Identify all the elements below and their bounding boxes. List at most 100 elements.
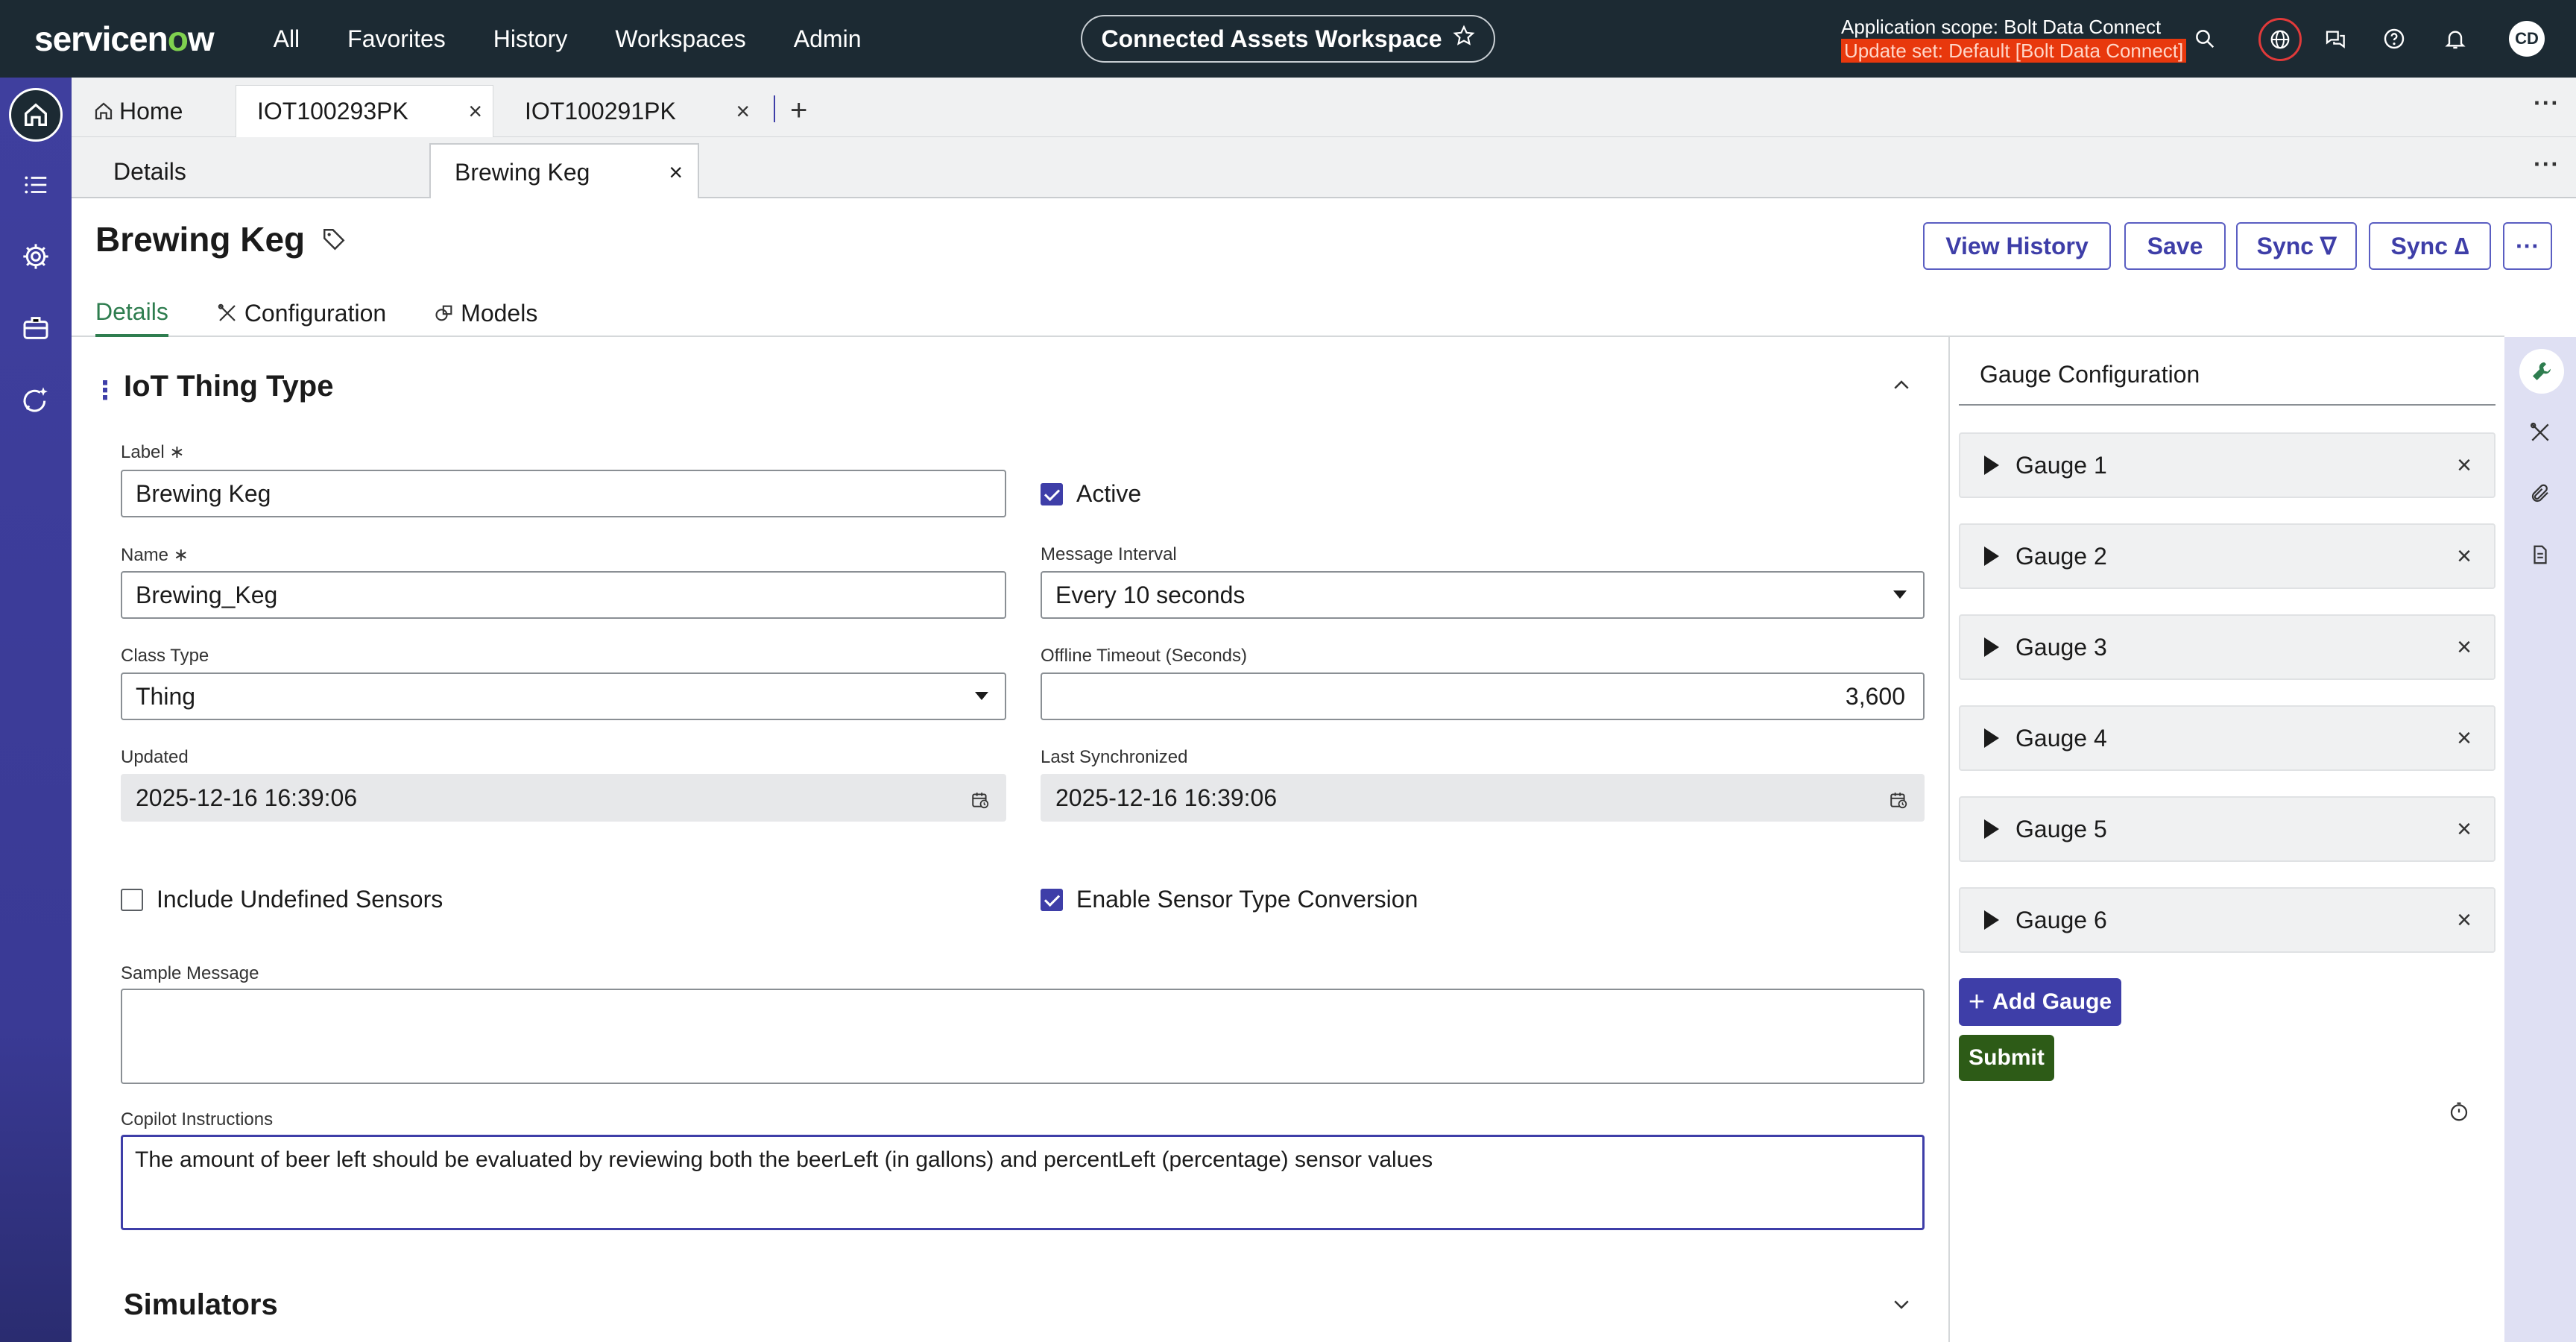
label-input[interactable]: Brewing Keg xyxy=(121,470,1006,517)
sample-message-textarea[interactable] xyxy=(121,989,1925,1084)
active-checkbox[interactable] xyxy=(1041,483,1063,505)
expand-triangle-icon xyxy=(1984,637,1999,657)
close-icon[interactable]: × xyxy=(669,159,683,186)
close-icon[interactable]: × xyxy=(2457,724,2472,753)
gauge-item[interactable]: Gauge 6 × xyxy=(1959,887,2496,953)
tab-label: IOT100291PK xyxy=(525,97,676,125)
tab-models[interactable]: Models xyxy=(434,289,537,337)
content-tabs: Details Configuration Models xyxy=(95,289,585,337)
right-sidebar xyxy=(2504,337,2576,1342)
gauge-item[interactable]: Gauge 5 × xyxy=(1959,796,2496,862)
nav-favorites[interactable]: Favorites xyxy=(347,25,446,53)
calendar-clock-icon[interactable] xyxy=(970,790,990,810)
add-gauge-button[interactable]: + Add Gauge xyxy=(1959,978,2121,1026)
settings-gear-icon[interactable] xyxy=(19,240,52,273)
timer-icon[interactable] xyxy=(2448,1100,2470,1123)
home-icon xyxy=(95,102,113,120)
list-icon[interactable] xyxy=(19,168,52,201)
gauge-item[interactable]: Gauge 2 × xyxy=(1959,523,2496,589)
expand-triangle-icon xyxy=(1984,456,1999,475)
last-synchronized-label: Last Synchronized xyxy=(1041,747,1188,767)
view-history-button[interactable]: View History xyxy=(1923,222,2111,270)
briefcase-icon[interactable] xyxy=(19,312,52,344)
app-scope-text: Application scope: Bolt Data Connect xyxy=(1841,16,2162,38)
sync-up-button[interactable]: Sync ∆ xyxy=(2369,222,2491,270)
tab-iot100293pk[interactable]: IOT100293PK × xyxy=(236,85,493,137)
record-title: Brewing Keg xyxy=(95,219,347,259)
home-icon[interactable] xyxy=(9,88,63,142)
tab-iot100291pk[interactable]: IOT100291PK × xyxy=(502,85,760,137)
servicenow-logo[interactable]: servicenow xyxy=(34,19,215,59)
section-title-simulators[interactable]: Simulators xyxy=(124,1288,278,1322)
close-icon[interactable]: × xyxy=(736,98,750,125)
nav-workspaces[interactable]: Workspaces xyxy=(615,25,745,53)
models-icon xyxy=(435,305,452,321)
tab-configuration[interactable]: Configuration xyxy=(216,289,386,337)
close-icon[interactable]: × xyxy=(2457,451,2472,480)
copilot-instructions-textarea[interactable]: The amount of beer left should be evalua… xyxy=(121,1135,1925,1230)
form-area: ⋮ IoT Thing Type Label ∗ Brewing Keg Act… xyxy=(72,337,1948,1342)
nav-all[interactable]: All xyxy=(274,25,300,53)
gauge-item[interactable]: Gauge 3 × xyxy=(1959,614,2496,680)
record-header: Brewing Keg View History Save Sync ∇ Syn… xyxy=(72,198,2552,337)
workspace-pill[interactable]: Connected Assets Workspace xyxy=(1081,15,1495,63)
expand-triangle-icon xyxy=(1984,728,1999,748)
close-icon[interactable]: × xyxy=(2457,542,2472,571)
close-icon[interactable]: × xyxy=(468,98,482,125)
section-title-iot-thing-type: IoT Thing Type xyxy=(124,370,334,403)
dropdown-caret-icon xyxy=(1893,590,1907,599)
expand-triangle-icon xyxy=(1984,546,1999,566)
class-type-select[interactable]: Thing xyxy=(121,672,1006,720)
star-icon[interactable] xyxy=(1453,25,1475,53)
tools-icon xyxy=(218,303,236,321)
gauge-item[interactable]: Gauge 4 × xyxy=(1959,705,2496,771)
tab-home[interactable]: Home xyxy=(78,85,227,137)
search-icon[interactable] xyxy=(2188,22,2221,55)
user-avatar[interactable]: CD xyxy=(2509,21,2545,57)
name-input[interactable]: Brewing_Keg xyxy=(121,571,1006,619)
chevron-down-icon[interactable] xyxy=(1890,1293,1913,1315)
subtab-details[interactable]: Details xyxy=(89,143,186,200)
updated-label: Updated xyxy=(121,747,189,767)
nav-history[interactable]: History xyxy=(493,25,568,53)
paperclip-icon[interactable] xyxy=(2524,477,2557,510)
close-icon[interactable]: × xyxy=(2457,815,2472,844)
message-interval-select[interactable]: Every 10 seconds xyxy=(1041,571,1925,619)
tab-details-label: Details xyxy=(95,297,168,325)
globe-icon[interactable] xyxy=(2258,18,2302,61)
tools-icon[interactable] xyxy=(2524,416,2557,449)
submit-button[interactable]: Submit xyxy=(1959,1035,2054,1081)
chevron-up-icon[interactable] xyxy=(1890,374,1913,397)
gauge-configuration-panel: Gauge Configuration Gauge 1 × Gauge 2 × Ga… xyxy=(1948,337,2504,1342)
message-interval-value: Every 10 seconds xyxy=(1055,581,1246,608)
include-undefined-sensors-checkbox[interactable] xyxy=(121,889,143,911)
name-field-label: Name ∗ xyxy=(121,545,189,565)
more-options-icon[interactable]: ··· xyxy=(2534,89,2560,117)
close-icon[interactable]: × xyxy=(2457,633,2472,662)
more-actions-button[interactable]: ··· xyxy=(2503,222,2552,270)
nav-admin[interactable]: Admin xyxy=(794,25,862,53)
calendar-clock-icon[interactable] xyxy=(1889,790,1908,810)
tab-details[interactable]: Details xyxy=(95,289,168,337)
notifications-bell-icon[interactable] xyxy=(2439,22,2472,55)
subtab-brewing-keg[interactable]: Brewing Keg × xyxy=(429,143,699,200)
wrench-icon[interactable] xyxy=(2519,349,2564,394)
main-nav: All Favorites History Workspaces Admin xyxy=(274,25,909,53)
drag-handle-icon[interactable]: ⋮ xyxy=(92,376,118,406)
tag-icon[interactable] xyxy=(321,227,347,252)
save-button[interactable]: Save xyxy=(2124,222,2226,270)
include-undefined-sensors-label: Include Undefined Sensors xyxy=(157,886,443,913)
help-icon[interactable] xyxy=(2378,22,2411,55)
more-options-icon[interactable]: ··· xyxy=(2534,151,2560,178)
gauge-item[interactable]: Gauge 1 × xyxy=(1959,432,2496,498)
close-icon[interactable]: × xyxy=(2457,906,2472,935)
enable-sensor-conversion-checkbox[interactable] xyxy=(1041,889,1063,911)
document-icon[interactable] xyxy=(2524,538,2557,571)
ai-assist-chat-icon[interactable] xyxy=(19,383,52,416)
application-scope[interactable]: Application scope: Bolt Data Connect Upd… xyxy=(1841,15,2187,63)
offline-timeout-input[interactable]: 3,600 xyxy=(1041,672,1925,720)
subtab-label: Brewing Keg xyxy=(455,158,590,186)
sync-down-button[interactable]: Sync ∇ xyxy=(2236,222,2357,270)
chat-icon[interactable] xyxy=(2320,22,2352,55)
add-tab-plus-icon[interactable]: + xyxy=(790,94,807,127)
